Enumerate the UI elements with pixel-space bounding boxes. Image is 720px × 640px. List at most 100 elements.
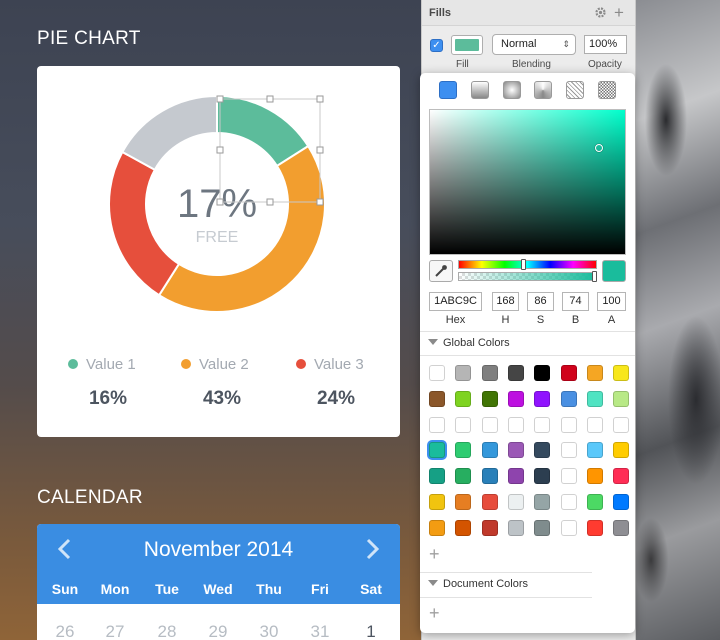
calendar-day[interactable]: 28 xyxy=(141,622,193,640)
add-global-color-icon[interactable]: + xyxy=(429,545,440,563)
blending-select[interactable]: Normal ⇕ xyxy=(492,34,576,55)
global-color-swatch[interactable] xyxy=(586,519,603,536)
fill-color-well[interactable] xyxy=(451,35,483,55)
global-color-swatch[interactable] xyxy=(507,494,524,510)
global-color-swatch[interactable] xyxy=(507,390,524,407)
calendar-day[interactable]: 1 xyxy=(345,622,397,640)
global-color-swatch[interactable] xyxy=(429,442,445,459)
alpha-slider[interactable] xyxy=(458,271,597,282)
global-color-swatch[interactable] xyxy=(429,494,445,510)
global-color-swatch[interactable] xyxy=(455,416,472,433)
calendar-day[interactable]: 31 xyxy=(294,622,346,640)
add-document-color-icon[interactable]: + xyxy=(429,604,440,622)
alpha-field[interactable]: 100 xyxy=(597,292,626,311)
global-color-swatch[interactable] xyxy=(586,442,603,459)
add-fill-icon[interactable]: + xyxy=(614,4,624,21)
global-color-swatch[interactable] xyxy=(455,365,472,381)
global-color-swatch[interactable] xyxy=(534,442,551,459)
color-cursor[interactable] xyxy=(595,144,603,152)
global-color-swatch[interactable] xyxy=(481,519,498,536)
global-color-swatch[interactable] xyxy=(534,494,551,510)
global-color-swatch[interactable] xyxy=(560,468,577,485)
global-color-swatch[interactable] xyxy=(586,390,603,407)
global-color-swatch[interactable] xyxy=(560,390,577,407)
global-color-swatch[interactable] xyxy=(507,416,524,433)
calendar-day[interactable]: 29 xyxy=(192,622,244,640)
pattern-fill-icon[interactable] xyxy=(566,81,584,99)
global-color-swatch[interactable] xyxy=(455,468,472,485)
global-colors-toggle[interactable]: Global Colors xyxy=(428,337,510,349)
hue-field[interactable]: 168 xyxy=(492,292,519,311)
document-colors-toggle[interactable]: Document Colors xyxy=(428,578,528,590)
resize-handle[interactable] xyxy=(216,198,224,206)
global-color-swatch[interactable] xyxy=(613,442,630,459)
donut-segment-value-2[interactable] xyxy=(157,144,326,313)
global-color-swatch[interactable] xyxy=(613,519,630,536)
global-color-swatch[interactable] xyxy=(429,468,445,485)
calendar-day[interactable]: 26 xyxy=(39,622,91,640)
global-color-swatch[interactable] xyxy=(481,365,498,381)
global-color-swatch[interactable] xyxy=(507,468,524,485)
resize-handle[interactable] xyxy=(266,95,274,103)
solid-color-icon[interactable] xyxy=(439,81,457,99)
global-color-swatch[interactable] xyxy=(429,365,445,381)
global-color-swatch[interactable] xyxy=(455,494,472,510)
global-color-swatch[interactable] xyxy=(481,390,498,407)
global-color-swatch[interactable] xyxy=(534,416,551,433)
donut-segment-free[interactable] xyxy=(121,94,218,172)
global-color-swatch[interactable] xyxy=(560,442,577,459)
resize-handle[interactable] xyxy=(316,95,324,103)
resize-handle[interactable] xyxy=(316,198,324,206)
global-color-swatch[interactable] xyxy=(586,494,603,510)
global-color-swatch[interactable] xyxy=(455,442,472,459)
global-color-swatch[interactable] xyxy=(560,519,577,536)
global-color-swatch[interactable] xyxy=(560,494,577,510)
alpha-slider-knob[interactable] xyxy=(592,271,597,282)
calendar-day[interactable]: 27 xyxy=(89,622,141,640)
global-color-swatch[interactable] xyxy=(534,390,551,407)
global-color-swatch[interactable] xyxy=(481,442,498,459)
global-color-swatch[interactable] xyxy=(455,519,472,536)
global-color-swatch[interactable] xyxy=(429,519,445,536)
radial-gradient-icon[interactable] xyxy=(503,81,521,99)
gear-icon[interactable] xyxy=(594,6,607,24)
global-color-swatch[interactable] xyxy=(507,519,524,536)
global-color-swatch[interactable] xyxy=(560,365,577,381)
global-color-swatch[interactable] xyxy=(586,416,603,433)
global-color-swatch[interactable] xyxy=(613,390,630,407)
chevron-right-icon[interactable] xyxy=(365,537,381,565)
resize-handle[interactable] xyxy=(216,95,224,103)
global-color-swatch[interactable] xyxy=(613,365,630,381)
noise-fill-icon[interactable] xyxy=(598,81,616,99)
saturation-field[interactable]: 86 xyxy=(527,292,554,311)
hue-slider-knob[interactable] xyxy=(521,259,527,270)
global-color-swatch[interactable] xyxy=(481,416,498,433)
fill-enabled-checkbox[interactable]: ✓ xyxy=(430,39,443,52)
eyedropper-icon[interactable] xyxy=(429,260,453,282)
angular-gradient-icon[interactable] xyxy=(534,81,552,99)
global-color-swatch[interactable] xyxy=(560,416,577,433)
global-color-swatch[interactable] xyxy=(507,365,524,381)
global-color-swatch[interactable] xyxy=(586,365,603,381)
hue-slider[interactable] xyxy=(458,259,597,270)
global-color-swatch[interactable] xyxy=(534,468,551,485)
resize-handle[interactable] xyxy=(216,146,224,154)
global-color-swatch[interactable] xyxy=(507,442,524,459)
global-color-swatch[interactable] xyxy=(429,390,445,407)
global-color-swatch[interactable] xyxy=(534,519,551,536)
brightness-field[interactable]: 74 xyxy=(562,292,589,311)
global-color-swatch[interactable] xyxy=(481,468,498,485)
calendar-day[interactable]: 30 xyxy=(243,622,295,640)
global-color-swatch[interactable] xyxy=(586,468,603,485)
global-color-swatch[interactable] xyxy=(613,468,630,485)
opacity-field[interactable]: 100% xyxy=(584,35,627,54)
hex-field[interactable]: 1ABC9C xyxy=(429,292,482,311)
global-color-swatch[interactable] xyxy=(534,365,551,381)
resize-handle[interactable] xyxy=(266,198,274,206)
donut-segment-value-3[interactable] xyxy=(108,150,181,297)
saturation-brightness-picker[interactable] xyxy=(429,109,626,255)
global-color-swatch[interactable] xyxy=(429,416,445,433)
resize-handle[interactable] xyxy=(316,146,324,154)
global-color-swatch[interactable] xyxy=(613,416,630,433)
global-color-swatch[interactable] xyxy=(481,494,498,510)
